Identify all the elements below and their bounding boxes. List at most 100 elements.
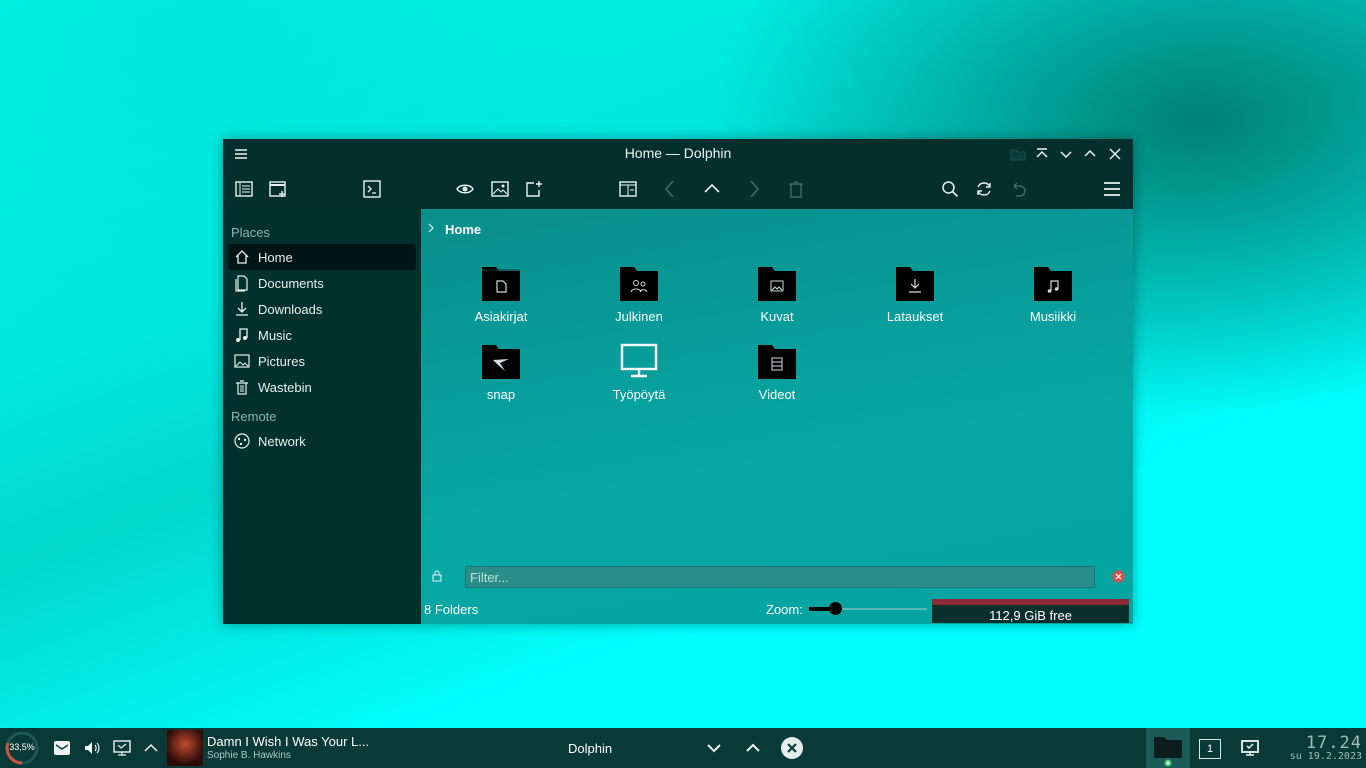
status-bar: 8 Folders Zoom: 112,9 GiB free (421, 594, 1133, 624)
dolphin-task-button[interactable] (1146, 728, 1190, 768)
pictures-icon (233, 352, 251, 370)
places-panel: Places Home Documents Downloads Music Pi… (223, 209, 420, 624)
filter-bar (421, 562, 1133, 592)
back-icon[interactable] (658, 177, 682, 201)
view-mode-icon[interactable] (232, 177, 256, 201)
item-label: Asiakirjat (474, 309, 528, 324)
new-tab-icon[interactable] (266, 177, 290, 201)
folder-item[interactable]: snap (446, 341, 556, 411)
sidebar-item-label: Music (258, 328, 292, 343)
undo-icon[interactable] (1006, 177, 1030, 201)
cpu-monitor[interactable]: 33,5% (4, 730, 40, 766)
sidebar-item-wastebin[interactable]: Wastebin (228, 374, 416, 400)
network-icon (233, 432, 251, 450)
sidebar-item-network[interactable]: Network (228, 428, 416, 454)
sidebar-item-label: Downloads (258, 302, 323, 317)
window-title: Home — Dolphin (624, 145, 732, 161)
up-icon[interactable] (700, 177, 724, 201)
chevron-up-icon[interactable] (742, 737, 764, 759)
volume-icon[interactable] (82, 738, 102, 758)
monitor-icon[interactable] (1240, 738, 1260, 758)
home-icon (233, 248, 251, 266)
folder-count: 8 Folders (424, 602, 479, 617)
chevron-right-icon[interactable] (425, 222, 437, 234)
sidebar-item-label: Pictures (258, 354, 305, 369)
places-header: Places (231, 225, 271, 240)
item-label: Lataukset (886, 309, 944, 324)
folder-documents-icon (479, 263, 523, 303)
download-icon (233, 300, 251, 318)
folder-item[interactable]: Musiikki (998, 263, 1108, 333)
delete-icon[interactable] (784, 177, 808, 201)
item-label: Videot (758, 387, 796, 402)
folder-item[interactable]: Julkinen (584, 263, 694, 333)
image-icon[interactable] (488, 177, 512, 201)
item-label: Työpöytä (612, 387, 666, 402)
forward-icon[interactable] (742, 177, 766, 201)
filter-input[interactable] (465, 566, 1095, 588)
sidebar-item-label: Network (258, 434, 306, 449)
remote-header: Remote (231, 409, 277, 424)
folder-icon (1009, 145, 1027, 163)
album-art[interactable] (167, 730, 203, 766)
media-title[interactable]: Damn I Wish I Was Your L... (207, 734, 369, 749)
item-label: snap (486, 387, 516, 402)
documents-icon (233, 274, 251, 292)
hamburger-menu-icon[interactable] (1100, 177, 1124, 201)
title-bar[interactable]: Home — Dolphin (223, 139, 1133, 169)
sidebar-item-downloads[interactable]: Downloads (228, 296, 416, 322)
sidebar-item-label: Wastebin (258, 380, 312, 395)
zoom-slider[interactable] (809, 602, 927, 615)
mail-icon[interactable] (52, 738, 72, 758)
folder-item[interactable]: Videot (722, 341, 832, 411)
virtual-desktop-pager[interactable]: 1 (1199, 739, 1221, 759)
chevron-down-icon[interactable] (703, 737, 725, 759)
search-icon[interactable] (938, 177, 962, 201)
zoom-slider-handle[interactable] (828, 602, 842, 615)
item-label: Kuvat (760, 309, 794, 324)
folder-pictures-icon (755, 263, 799, 303)
file-view[interactable]: Home Asiakirjat Julkinen Kuvat Lataukset… (421, 209, 1133, 624)
sidebar-item-documents[interactable]: Documents (228, 270, 416, 296)
sidebar-item-label: Home (258, 250, 293, 265)
display-icon[interactable] (112, 738, 132, 758)
music-icon (233, 326, 251, 344)
chevron-up-icon[interactable] (141, 738, 161, 758)
clock-time: 17.24 (1305, 733, 1362, 753)
split-view-icon[interactable] (616, 177, 640, 201)
folder-item[interactable]: Asiakirjat (446, 263, 556, 333)
sidebar-item-home[interactable]: Home (228, 244, 416, 270)
close-icon[interactable] (1106, 145, 1124, 163)
free-space-label: 112,9 GiB free (989, 608, 1072, 623)
folder-item[interactable]: Lataukset (860, 263, 970, 333)
keep-above-icon[interactable] (1033, 145, 1051, 163)
minimize-icon[interactable] (1057, 145, 1075, 163)
breadcrumb[interactable]: Home (445, 222, 481, 237)
folder-item[interactable]: Kuvat (722, 263, 832, 333)
new-window-icon[interactable] (522, 177, 546, 201)
trash-icon (233, 378, 251, 396)
zoom-label: Zoom: (766, 602, 803, 617)
item-label: Musiikki (1029, 309, 1077, 324)
close-task-icon[interactable] (781, 737, 803, 759)
terminal-icon[interactable] (360, 177, 384, 201)
lock-icon[interactable] (430, 569, 444, 583)
clear-filter-icon[interactable] (1112, 570, 1125, 583)
preview-icon[interactable] (453, 177, 477, 201)
sidebar-item-music[interactable]: Music (228, 322, 416, 348)
sidebar-item-pictures[interactable]: Pictures (228, 348, 416, 374)
refresh-icon[interactable] (972, 177, 996, 201)
cpu-percent: 33,5% (9, 742, 35, 752)
clock[interactable]: 17.24 su 19.2.2023 (1280, 733, 1362, 762)
active-task-title[interactable]: Dolphin (568, 741, 612, 756)
media-artist: Sophie B. Hawkins (207, 750, 291, 761)
clock-date: su 19.2.2023 (1289, 751, 1362, 762)
maximize-icon[interactable] (1081, 145, 1099, 163)
folder-public-icon (617, 263, 661, 303)
folder-snap-icon (479, 341, 523, 381)
free-space-indicator[interactable]: 112,9 GiB free (932, 599, 1129, 623)
folder-item[interactable]: Työpöytä (584, 341, 694, 411)
dolphin-window: Home — Dolphin Places Home Documents Dow… (223, 139, 1133, 624)
desktop-icon (617, 341, 661, 381)
folder-videos-icon (755, 341, 799, 381)
